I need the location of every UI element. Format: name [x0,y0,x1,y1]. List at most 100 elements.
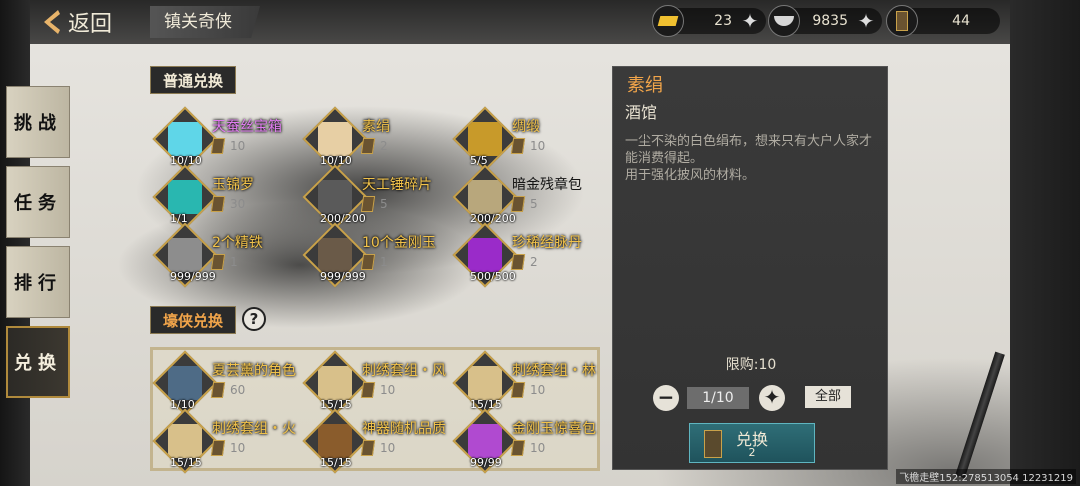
exchange-item[interactable]: 天工锤碎片 5 200/200 [302,164,446,230]
item-cost-value: 10 [380,383,396,397]
item-stock: 200/200 [320,212,366,225]
player-id: 飞檐走壁152:278513054 12231219 [896,469,1076,484]
item-cost: 10 [210,138,245,154]
item-name: 刺绣套组・风 [362,363,446,379]
exchange-item[interactable]: 天蚕丝宝箱 10 10/10 [152,106,296,172]
resource-value: 23 [714,13,732,29]
resource-value: 9835 [812,13,848,29]
item-name: 天工锤碎片 [362,177,432,193]
decrease-button[interactable]: − [653,385,679,411]
item-cost: 60 [210,382,245,398]
tab-challenge[interactable]: 挑战 [6,86,70,158]
exchange-item[interactable]: 10个金刚玉 1 999/999 [302,222,446,288]
item-stock: 1/10 [170,398,195,411]
exchange-item[interactable]: 金刚玉惊喜包 10 99/99 [452,408,596,474]
tab-exchange[interactable]: 兑换 [6,326,70,398]
item-stock: 15/15 [170,456,202,469]
item-cost-value: 10 [530,139,546,153]
item-cost-value: 5 [380,197,388,211]
token-icon [210,254,226,270]
item-cost: 5 [510,196,538,212]
item-name: 夏芸薰的角色 [212,363,296,379]
resource-token: 44 [886,5,1000,37]
item-name: 暗金残章包 [512,177,582,193]
item-stock: 200/200 [470,212,516,225]
item-cost: 10 [210,440,246,456]
purchase-limit: 限购:10 [725,357,777,373]
item-stock: 99/99 [470,456,502,469]
exchange-button[interactable]: 兑换 2 [689,423,815,463]
exchange-item[interactable]: 玉锦罗 30 1/1 [152,164,296,230]
item-detail-panel: 素绢 酒馆 一尘不染的白色绢布，想来只有大户人家才能消费得起。 用于强化披风的材… [612,66,888,470]
item-cost-value: 30 [230,197,246,211]
token-icon [360,382,376,398]
exchange-item[interactable]: 绸缎 10 5/5 [452,106,596,172]
resource-silver: 9835 ✦ [768,5,882,37]
exchange-item[interactable]: 刺绣套组・林 10 15/15 [452,350,596,416]
item-cost-value: 1 [380,255,388,269]
token-icon [210,196,226,212]
item-name: 神器随机品质 [362,421,446,437]
token-icon [510,254,526,270]
item-cost: 10 [510,440,546,456]
exchange-item[interactable]: 暗金残章包 5 200/200 [452,164,596,230]
item-cost: 10 [360,382,396,398]
item-cost: 30 [210,196,246,212]
back-label: 返回 [68,12,113,37]
chevron-left-icon [44,10,60,34]
token-icon [210,382,226,398]
page-title: 镇关奇侠 [150,6,260,38]
increase-button[interactable]: ✦ [759,385,785,411]
exchange-item[interactable]: 刺绣套组・火 10 15/15 [152,408,296,474]
item-name: 素绢 [362,119,390,135]
add-gold-button[interactable]: ✦ [740,11,760,31]
item-cost: 5 [360,196,388,212]
item-cost-value: 5 [530,197,538,211]
item-cost-value: 10 [230,441,246,455]
gold-bar-icon [652,5,684,37]
exchange-item[interactable]: 素绢 2 10/10 [302,106,446,172]
item-name: 玉锦罗 [212,177,254,193]
token-icon [510,138,526,154]
exchange-item[interactable]: 2个精铁 1 999/999 [152,222,296,288]
right-nav [1010,0,1080,486]
token-icon [360,254,376,270]
add-silver-button[interactable]: ✦ [856,11,876,31]
item-name: 金刚玉惊喜包 [512,421,596,437]
token-icon [210,440,226,456]
left-edge [0,0,30,486]
item-cost-value: 10 [530,383,546,397]
token-icon [510,440,526,456]
item-name: 珍稀经脉丹 [512,235,582,251]
xia-exchange-title: 壕侠兑换 [150,306,237,334]
item-cost-value: 10 [530,441,546,455]
all-button[interactable]: 全部 [805,386,851,408]
item-cost-value: 10 [380,441,396,455]
item-cost-value: 2 [380,139,388,153]
resource-gold: 23 ✦ [652,5,766,37]
token-icon [360,196,376,212]
token-icon [886,5,918,37]
exchange-cost: 2 [748,446,756,459]
exchange-item[interactable]: 刺绣套组・风 10 15/15 [302,350,446,416]
help-button[interactable]: ? [242,307,266,331]
item-cost: 1 [210,254,238,270]
tab-ranking[interactable]: 排行 [6,246,70,318]
quantity-display: 1/10 [687,387,749,409]
token-icon [510,382,526,398]
back-button[interactable]: 返回 [40,4,140,40]
token-icon [510,196,526,212]
tab-tasks[interactable]: 任务 [6,166,70,238]
detail-source: 酒馆 [625,103,658,122]
item-cost: 2 [510,254,538,270]
exchange-item[interactable]: 夏芸薰的角色 60 1/10 [152,350,296,416]
exchange-item[interactable]: 珍稀经脉丹 2 500/500 [452,222,596,288]
exchange-item[interactable]: 神器随机品质 10 15/15 [302,408,446,474]
item-stock: 15/15 [320,456,352,469]
item-name: 天蚕丝宝箱 [212,119,282,135]
item-cost-value: 2 [530,255,538,269]
item-stock: 999/999 [320,270,366,283]
item-cost: 10 [360,440,396,456]
item-name: 刺绣套组・火 [212,421,296,437]
item-name: 10个金刚玉 [362,235,436,251]
